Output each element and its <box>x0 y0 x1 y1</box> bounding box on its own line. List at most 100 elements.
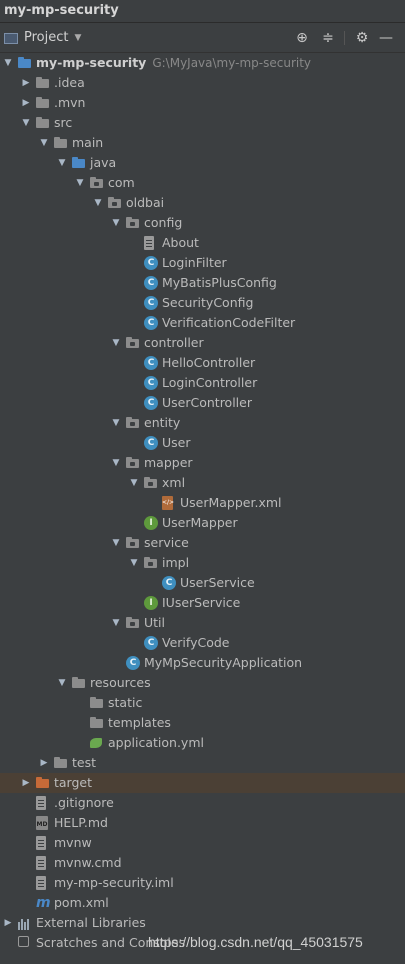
project-tree: ▼ my-mp-security G:\MyJava\my-mp-security ▶… <box>0 53 405 953</box>
collapsed-arrow-icon[interactable]: ▶ <box>3 913 13 933</box>
tree-item-static[interactable]: static <box>0 693 405 713</box>
tree-item-label: resources <box>90 675 151 690</box>
tree-item-java[interactable]: ▼ java <box>0 153 405 173</box>
gear-icon[interactable]: ⚙ <box>354 30 370 46</box>
expanded-arrow-icon[interactable]: ▼ <box>111 333 121 353</box>
tree-item-label: my-mp-security G:\MyJava\my-mp-security <box>36 55 312 70</box>
libraries-icon <box>18 916 32 930</box>
expanded-arrow-icon[interactable]: ▼ <box>39 133 49 153</box>
tree-item-external-libraries[interactable]: ▶ External Libraries <box>0 913 405 933</box>
expanded-arrow-icon[interactable]: ▼ <box>129 553 139 573</box>
project-view-label: Project <box>24 30 69 45</box>
tree-item-label: User <box>162 435 191 450</box>
interface-icon: I <box>144 516 158 530</box>
tree-item-hellocontroller[interactable]: C HelloController <box>0 353 405 373</box>
tree-item-my-mp-security[interactable]: ▼ my-mp-security G:\MyJava\my-mp-security <box>0 53 405 73</box>
tree-item-impl[interactable]: ▼ impl <box>0 553 405 573</box>
tree-item-user[interactable]: C User <box>0 433 405 453</box>
tree-item-label: templates <box>108 715 171 730</box>
file-icon <box>144 236 154 250</box>
collapsed-arrow-icon[interactable]: ▶ <box>21 73 31 93</box>
tree-item-gitignore[interactable]: .gitignore <box>0 793 405 813</box>
expanded-arrow-icon[interactable]: ▼ <box>93 193 103 213</box>
tree-item-label: MyMpSecurityApplication <box>144 655 303 670</box>
tree-item-userservice[interactable]: C UserService <box>0 573 405 593</box>
tree-item-main[interactable]: ▼ main <box>0 133 405 153</box>
tree-item-label: mapper <box>144 455 193 470</box>
collapse-all-icon[interactable]: ≑ <box>320 30 336 46</box>
tree-item-pom-xml[interactable]: m pom.xml <box>0 893 405 913</box>
tree-item-mympsecurityapplication[interactable]: C MyMpSecurityApplication <box>0 653 405 673</box>
tree-item-label: UserMapper.xml <box>180 495 282 510</box>
expanded-arrow-icon[interactable]: ▼ <box>57 153 67 173</box>
expanded-arrow-icon[interactable]: ▼ <box>111 533 121 553</box>
expanded-arrow-icon[interactable]: ▼ <box>3 53 13 73</box>
tree-item-application-yml[interactable]: application.yml <box>0 733 405 753</box>
tree-item-my-mp-security-iml[interactable]: my-mp-security.iml <box>0 873 405 893</box>
tree-item-label: VerificationCodeFilter <box>162 315 296 330</box>
project-path: G:\MyJava\my-mp-security <box>152 56 312 70</box>
tree-item-verifycode[interactable]: C VerifyCode <box>0 633 405 653</box>
tree-item-controller[interactable]: ▼ controller <box>0 333 405 353</box>
tree-item-label: LoginFilter <box>162 255 227 270</box>
expanded-arrow-icon[interactable]: ▼ <box>111 613 121 633</box>
locate-icon[interactable]: ⊕ <box>294 30 310 46</box>
expanded-arrow-icon[interactable]: ▼ <box>111 213 121 233</box>
file-icon <box>36 836 46 850</box>
package-icon <box>126 416 140 430</box>
tree-item-label: test <box>72 755 97 770</box>
tree-item-oldbai[interactable]: ▼ oldbai <box>0 193 405 213</box>
expanded-arrow-icon[interactable]: ▼ <box>111 413 121 433</box>
file-icon <box>36 876 46 890</box>
class-icon: C <box>144 356 158 370</box>
tree-item-label: LoginController <box>162 375 258 390</box>
tree-item-mybatisplusconfig[interactable]: C MyBatisPlusConfig <box>0 273 405 293</box>
tree-item-config[interactable]: ▼ config <box>0 213 405 233</box>
tree-item-entity[interactable]: ▼ entity <box>0 413 405 433</box>
tree-item-verificationcodefilter[interactable]: C VerificationCodeFilter <box>0 313 405 333</box>
tree-item-label: main <box>72 135 104 150</box>
expanded-arrow-icon[interactable]: ▼ <box>129 473 139 493</box>
hide-icon[interactable]: — <box>378 30 394 46</box>
collapsed-arrow-icon[interactable]: ▶ <box>39 753 49 773</box>
tree-item-label: VerifyCode <box>162 635 230 650</box>
tree-item-help-md[interactable]: MD HELP.md <box>0 813 405 833</box>
tree-item-label: impl <box>162 555 190 570</box>
project-view-dropdown[interactable]: Project ▼ <box>4 29 81 47</box>
tree-item-mvnw-cmd[interactable]: mvnw.cmd <box>0 853 405 873</box>
tree-item-mvn[interactable]: ▶ .mvn <box>0 93 405 113</box>
tree-item-loginfilter[interactable]: C LoginFilter <box>0 253 405 273</box>
project-icon <box>4 32 18 44</box>
tree-item-securityconfig[interactable]: C SecurityConfig <box>0 293 405 313</box>
expanded-arrow-icon[interactable]: ▼ <box>111 453 121 473</box>
tree-item-logincontroller[interactable]: C LoginController <box>0 373 405 393</box>
tree-item-mapper[interactable]: ▼ mapper <box>0 453 405 473</box>
tree-item-util[interactable]: ▼ Util <box>0 613 405 633</box>
tree-item-mvnw[interactable]: mvnw <box>0 833 405 853</box>
folder-icon <box>36 776 50 790</box>
folder-icon <box>36 96 50 110</box>
collapsed-arrow-icon[interactable]: ▶ <box>21 93 31 113</box>
tree-item-iuserservice[interactable]: I IUserService <box>0 593 405 613</box>
tree-item-target[interactable]: ▶ target <box>0 773 405 793</box>
tree-item-resources[interactable]: ▼ resources <box>0 673 405 693</box>
tree-item-about[interactable]: About <box>0 233 405 253</box>
tree-item-idea[interactable]: ▶ .idea <box>0 73 405 93</box>
tree-item-templates[interactable]: templates <box>0 713 405 733</box>
tree-item-label: oldbai <box>126 195 165 210</box>
tree-item-service[interactable]: ▼ service <box>0 533 405 553</box>
tree-item-test[interactable]: ▶ test <box>0 753 405 773</box>
collapsed-arrow-icon[interactable]: ▶ <box>21 773 31 793</box>
tree-item-usermapper-xml[interactable]: </> UserMapper.xml <box>0 493 405 513</box>
tree-item-usercontroller[interactable]: C UserController <box>0 393 405 413</box>
expanded-arrow-icon[interactable]: ▼ <box>57 673 67 693</box>
tree-item-xml[interactable]: ▼ xml <box>0 473 405 493</box>
expanded-arrow-icon[interactable]: ▼ <box>21 113 31 133</box>
tree-item-src[interactable]: ▼ src <box>0 113 405 133</box>
package-icon <box>126 216 140 230</box>
expanded-arrow-icon[interactable]: ▼ <box>75 173 85 193</box>
tree-item-label: UserService <box>180 575 255 590</box>
tree-item-usermapper[interactable]: I UserMapper <box>0 513 405 533</box>
tree-item-com[interactable]: ▼ com <box>0 173 405 193</box>
tree-item-label: Util <box>144 615 165 630</box>
